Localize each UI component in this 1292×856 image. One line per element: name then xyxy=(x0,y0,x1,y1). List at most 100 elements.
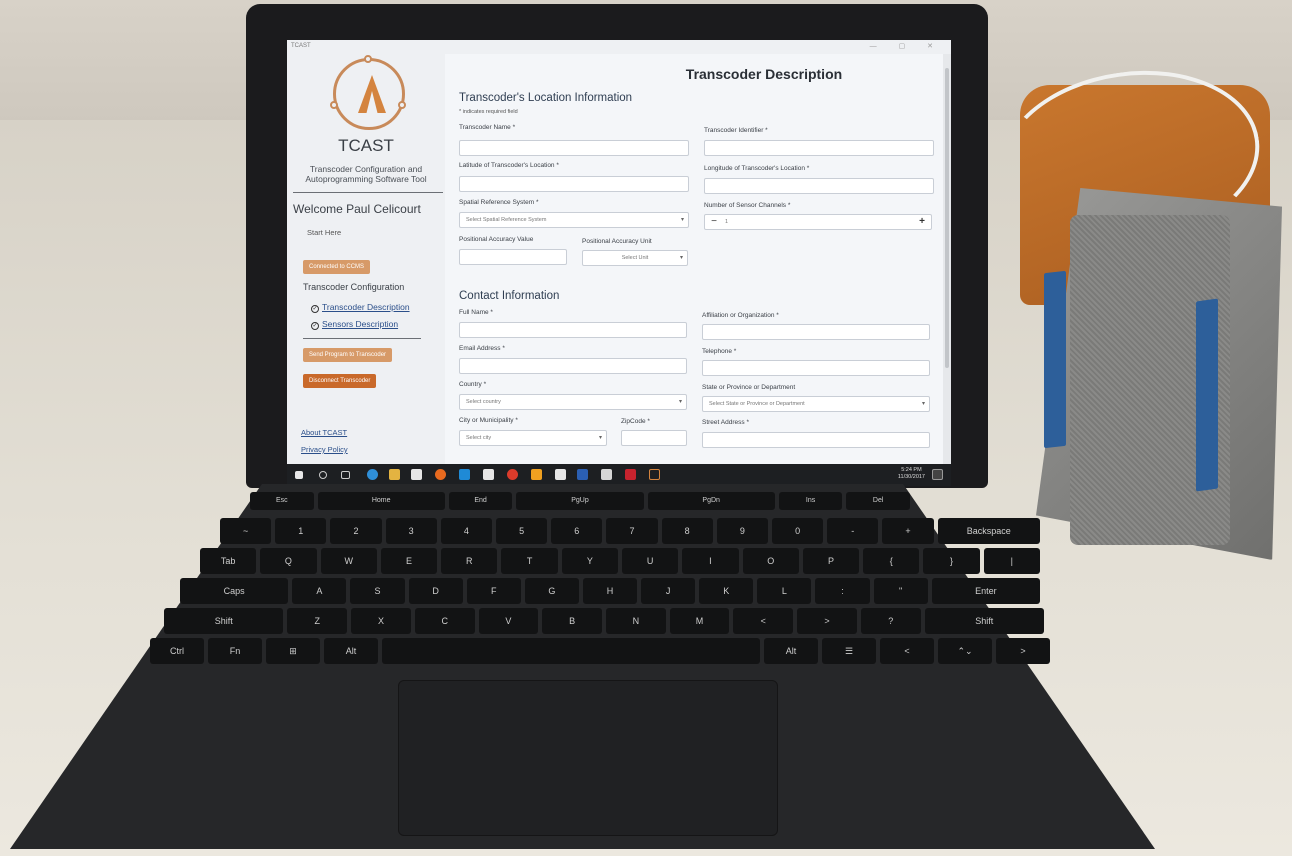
key-k4-1[interactable]: Z xyxy=(287,608,348,634)
document-icon[interactable] xyxy=(555,469,566,480)
key-k3-5[interactable]: G xyxy=(524,578,579,604)
sensor-channels-stepper[interactable]: − 1 + xyxy=(704,214,932,230)
key-k2-0[interactable]: Tab xyxy=(200,548,257,574)
search-icon[interactable] xyxy=(319,471,327,479)
key-k0-6[interactable]: Del xyxy=(846,492,910,510)
spatial-reference-select[interactable]: Select Spatial Reference System xyxy=(459,212,689,228)
key-k2-8[interactable]: I xyxy=(682,548,739,574)
key-k0-0[interactable]: Esc xyxy=(250,492,314,510)
key-k2-6[interactable]: Y xyxy=(561,548,618,574)
key-k3-2[interactable]: S xyxy=(350,578,405,604)
nav-transcoder-description[interactable]: ✓ Transcoder Description xyxy=(311,302,410,313)
store-icon[interactable] xyxy=(411,469,422,480)
telephone-input[interactable] xyxy=(702,360,930,376)
longitude-input[interactable] xyxy=(704,178,934,194)
key-k4-5[interactable]: B xyxy=(542,608,602,634)
key-k1-10[interactable]: 0 xyxy=(772,518,824,544)
city-select[interactable]: Select city xyxy=(459,430,607,446)
key-k1-3[interactable]: 3 xyxy=(385,518,437,544)
transcoder-name-input[interactable] xyxy=(459,140,689,156)
key-k4-6[interactable]: N xyxy=(606,608,666,634)
scrollbar[interactable] xyxy=(943,54,951,464)
disconnect-button[interactable]: Disconnect Transcoder xyxy=(303,374,377,388)
key-k4-4[interactable]: V xyxy=(478,608,539,634)
trackpad[interactable] xyxy=(398,680,778,836)
notifications-icon[interactable] xyxy=(932,469,943,480)
key-k1-9[interactable]: 9 xyxy=(716,518,768,544)
key-k3-8[interactable]: K xyxy=(699,578,754,604)
positional-unit-select[interactable]: Select Unit xyxy=(582,250,688,266)
windows-start-icon[interactable] xyxy=(295,471,303,479)
key-k3-7[interactable]: J xyxy=(641,578,696,604)
edge-icon[interactable] xyxy=(367,469,378,480)
key-k4-0[interactable]: Shift xyxy=(164,608,284,634)
word-icon[interactable] xyxy=(577,469,588,480)
connected-button[interactable]: Connected to CCMS xyxy=(303,260,371,274)
state-select[interactable]: Select State or Province or Department xyxy=(702,396,930,412)
key-k2-4[interactable]: R xyxy=(441,548,498,574)
key-k2-11[interactable]: { xyxy=(863,548,920,574)
key-k5-9[interactable]: > xyxy=(996,638,1050,664)
key-k5-8[interactable]: ⌃⌄ xyxy=(938,638,992,664)
chrome-icon[interactable] xyxy=(507,469,518,480)
key-k5-2[interactable]: ⊞ xyxy=(266,638,320,664)
key-k5-0[interactable]: Ctrl xyxy=(150,638,204,664)
key-k2-13[interactable]: | xyxy=(983,548,1040,574)
country-select[interactable]: Select country xyxy=(459,394,687,410)
task-view-icon[interactable] xyxy=(341,471,350,479)
key-k5-6[interactable]: ☰ xyxy=(822,638,876,664)
key-k4-9[interactable]: > xyxy=(797,608,857,634)
key-k3-4[interactable]: F xyxy=(466,578,521,604)
latitude-input[interactable] xyxy=(459,176,689,192)
key-k1-8[interactable]: 8 xyxy=(661,518,713,544)
key-k1-12[interactable]: + xyxy=(882,518,934,544)
key-k2-10[interactable]: P xyxy=(802,548,860,574)
full-name-input[interactable] xyxy=(459,322,687,338)
transcoder-identifier-input[interactable] xyxy=(704,140,934,156)
key-k1-5[interactable]: 5 xyxy=(496,518,548,544)
privacy-link[interactable]: Privacy Policy xyxy=(301,445,348,454)
key-k1-13[interactable]: Backspace xyxy=(937,518,1040,544)
key-k3-9[interactable]: L xyxy=(757,578,812,604)
email-input[interactable] xyxy=(459,358,687,374)
zipcode-input[interactable] xyxy=(621,430,687,446)
key-k3-11[interactable]: " xyxy=(873,578,928,604)
street-input[interactable] xyxy=(702,432,930,448)
key-k2-9[interactable]: O xyxy=(742,548,799,574)
key-k2-3[interactable]: E xyxy=(380,548,438,574)
about-link[interactable]: About TCAST xyxy=(301,428,347,437)
scroll-thumb[interactable] xyxy=(945,68,949,368)
key-k3-12[interactable]: Enter xyxy=(931,578,1040,604)
firefox-icon[interactable] xyxy=(435,469,446,480)
key-k2-2[interactable]: W xyxy=(320,548,377,574)
tcast-app-icon[interactable] xyxy=(649,469,660,480)
key-k0-4[interactable]: PgDn xyxy=(647,492,775,510)
photos-icon[interactable] xyxy=(601,469,612,480)
affiliation-input[interactable] xyxy=(702,324,930,340)
mail-icon[interactable] xyxy=(483,469,494,480)
key-k0-3[interactable]: PgUp xyxy=(516,492,644,510)
key-k5-3[interactable]: Alt xyxy=(324,638,378,664)
key-k3-10[interactable]: : xyxy=(815,578,870,604)
key-k4-8[interactable]: < xyxy=(733,608,794,634)
key-k2-5[interactable]: T xyxy=(501,548,558,574)
key-k4-2[interactable]: X xyxy=(351,608,411,634)
file-explorer-icon[interactable] xyxy=(389,469,400,480)
key-k1-6[interactable]: 6 xyxy=(551,518,603,544)
key-k0-1[interactable]: Home xyxy=(317,492,445,510)
key-k2-1[interactable]: Q xyxy=(260,548,317,574)
key-k2-7[interactable]: U xyxy=(622,548,679,574)
nav-sensors-description[interactable]: ✓ Sensors Description xyxy=(311,319,398,330)
app-icon[interactable] xyxy=(625,469,636,480)
key-k5-7[interactable]: < xyxy=(880,638,934,664)
key-k0-2[interactable]: End xyxy=(448,492,513,510)
key-k4-7[interactable]: M xyxy=(669,608,730,634)
key-k1-4[interactable]: 4 xyxy=(440,518,492,544)
key-k3-3[interactable]: D xyxy=(408,578,463,604)
key-k1-7[interactable]: 7 xyxy=(606,518,658,544)
illustrator-icon[interactable] xyxy=(531,469,542,480)
key-k4-10[interactable]: ? xyxy=(860,608,921,634)
increment-button[interactable]: + xyxy=(915,215,929,231)
decrement-button[interactable]: − xyxy=(707,215,721,231)
key-space[interactable] xyxy=(382,638,760,664)
